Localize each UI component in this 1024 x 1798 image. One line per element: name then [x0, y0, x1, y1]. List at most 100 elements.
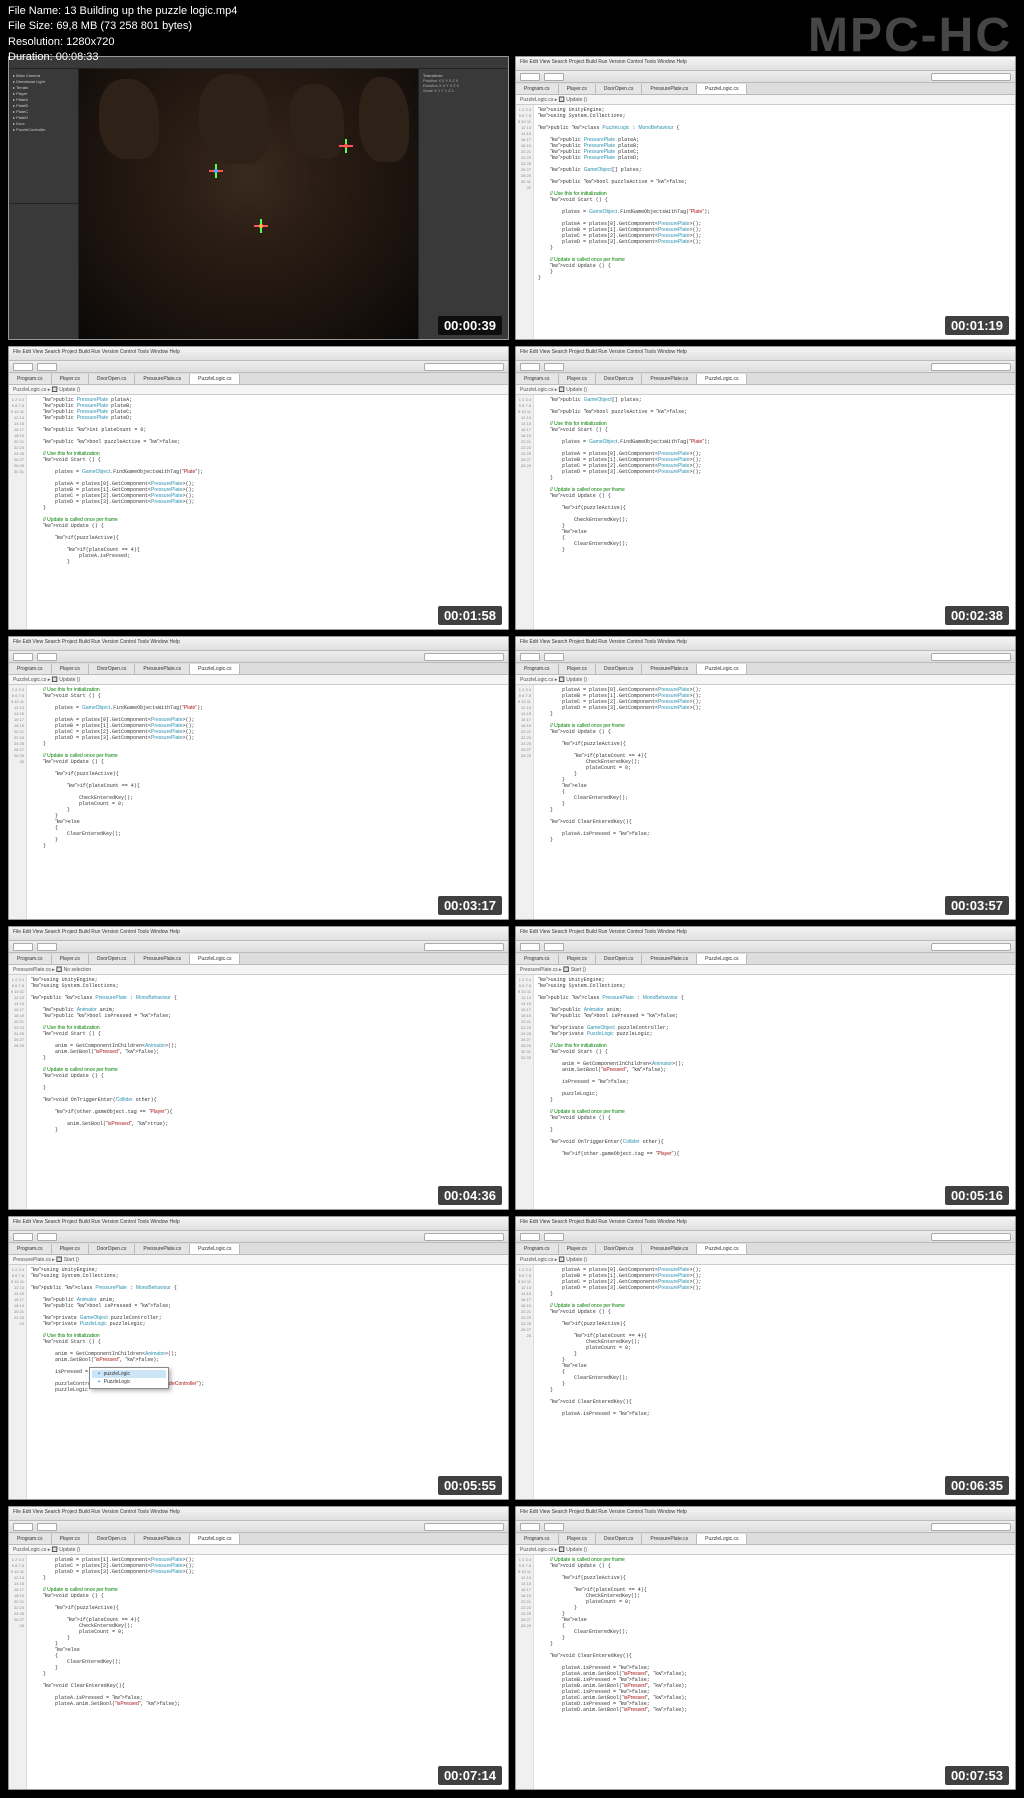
editor-tab[interactable]: PuzzleLogic.cs [190, 1534, 240, 1544]
editor-tab[interactable]: DoorOpen.cs [596, 374, 642, 384]
editor-tabs[interactable]: Program.csPlayer.csDoorOpen.csPressurePl… [9, 1533, 508, 1545]
ide-thumbnail[interactable]: File Edit View Search Project Build Run … [8, 1216, 509, 1500]
editor-tab[interactable]: Program.cs [516, 84, 559, 94]
config-dropdown[interactable] [544, 1233, 564, 1241]
ide-menubar[interactable]: File Edit View Search Project Build Run … [9, 637, 508, 651]
ide-toolbar[interactable] [516, 71, 1015, 83]
search-input[interactable] [424, 363, 504, 371]
ide-thumbnail[interactable]: File Edit View Search Project Build Run … [8, 926, 509, 1210]
ide-thumbnail[interactable]: File Edit View Search Project Build Run … [515, 346, 1016, 630]
code-editor[interactable]: "kw">using UnityEngine; "kw">using Syste… [534, 105, 1015, 339]
editor-tab[interactable]: Program.cs [9, 954, 52, 964]
play-button[interactable] [13, 943, 33, 951]
project-panel[interactable] [9, 204, 78, 339]
editor-tab[interactable]: PuzzleLogic.cs [697, 1244, 747, 1254]
editor-tab[interactable]: DoorOpen.cs [596, 84, 642, 94]
inspector-field[interactable]: Scale X 1 Y 1 Z 1 [423, 88, 504, 93]
editor-tab[interactable]: DoorOpen.cs [596, 664, 642, 674]
ide-thumbnail[interactable]: File Edit View Search Project Build Run … [515, 636, 1016, 920]
editor-tab[interactable]: PuzzleLogic.cs [697, 664, 747, 674]
config-dropdown[interactable] [544, 943, 564, 951]
ide-toolbar[interactable] [9, 941, 508, 953]
intellisense-popup[interactable]: 🔹 puzzleLogic🔹 PuzzleLogic [89, 1367, 169, 1389]
code-editor[interactable]: "kw">using UnityEngine; "kw">using Syste… [534, 975, 1015, 1209]
code-editor[interactable]: "kw">public GameObject[] plates; "kw">pu… [534, 395, 1015, 629]
search-input[interactable] [931, 1233, 1011, 1241]
editor-tab[interactable]: PressurePlate.cs [642, 1534, 697, 1544]
editor-tab[interactable]: Program.cs [516, 1244, 559, 1254]
search-input[interactable] [931, 363, 1011, 371]
breadcrumb[interactable]: PuzzleLogic.cs ▸ 🔲 Update () [516, 385, 1015, 395]
ide-menubar[interactable]: File Edit View Search Project Build Run … [9, 1217, 508, 1231]
ide-menubar[interactable]: File Edit View Search Project Build Run … [9, 1507, 508, 1521]
breadcrumb[interactable]: PuzzleLogic.cs ▸ 🔲 Update () [516, 95, 1015, 105]
transform-gizmo[interactable] [339, 139, 353, 153]
ide-menubar[interactable]: File Edit View Search Project Build Run … [516, 347, 1015, 361]
ide-toolbar[interactable] [9, 1521, 508, 1533]
breadcrumb[interactable]: PressurePlate.cs ▸ 🔲 Start () [9, 1255, 508, 1265]
breadcrumb[interactable]: PuzzleLogic.cs ▸ 🔲 Update () [9, 385, 508, 395]
editor-tab[interactable]: PressurePlate.cs [642, 664, 697, 674]
editor-tab[interactable]: Program.cs [9, 664, 52, 674]
ide-thumbnail[interactable]: File Edit View Search Project Build Run … [515, 1216, 1016, 1500]
editor-tab[interactable]: Program.cs [516, 664, 559, 674]
scene-view[interactable] [79, 69, 418, 339]
ide-toolbar[interactable] [516, 1521, 1015, 1533]
search-input[interactable] [424, 1523, 504, 1531]
ide-thumbnail[interactable]: File Edit View Search Project Build Run … [515, 926, 1016, 1210]
editor-tab[interactable]: Program.cs [516, 374, 559, 384]
editor-tab[interactable]: PressurePlate.cs [642, 1244, 697, 1254]
editor-tab[interactable]: PressurePlate.cs [642, 374, 697, 384]
editor-tab[interactable]: DoorOpen.cs [89, 664, 135, 674]
config-dropdown[interactable] [544, 73, 564, 81]
breadcrumb[interactable]: PuzzleLogic.cs ▸ 🔲 Update () [516, 675, 1015, 685]
editor-tabs[interactable]: Program.csPlayer.csDoorOpen.csPressurePl… [9, 663, 508, 675]
editor-tab[interactable]: PuzzleLogic.cs [697, 954, 747, 964]
config-dropdown[interactable] [37, 653, 57, 661]
editor-tab[interactable]: DoorOpen.cs [596, 1534, 642, 1544]
editor-tab[interactable]: PuzzleLogic.cs [697, 1534, 747, 1544]
search-input[interactable] [424, 1233, 504, 1241]
ide-thumbnail[interactable]: File Edit View Search Project Build Run … [8, 636, 509, 920]
play-button[interactable] [13, 1523, 33, 1531]
editor-tab[interactable]: Player.cs [559, 374, 596, 384]
editor-tab[interactable]: PressurePlate.cs [135, 374, 190, 384]
editor-tab[interactable]: DoorOpen.cs [89, 1244, 135, 1254]
config-dropdown[interactable] [544, 363, 564, 371]
play-button[interactable] [520, 943, 540, 951]
editor-tab[interactable]: PressurePlate.cs [135, 664, 190, 674]
config-dropdown[interactable] [37, 1233, 57, 1241]
editor-tab[interactable]: PressurePlate.cs [135, 1244, 190, 1254]
editor-tab[interactable]: Program.cs [9, 1534, 52, 1544]
breadcrumb[interactable]: PressurePlate.cs ▸ 🔲 Start () [516, 965, 1015, 975]
ide-menubar[interactable]: File Edit View Search Project Build Run … [9, 347, 508, 361]
code-editor[interactable]: // Update is called once per frame "kw">… [534, 1555, 1015, 1789]
search-input[interactable] [931, 653, 1011, 661]
ide-toolbar[interactable] [516, 361, 1015, 373]
code-editor[interactable]: plateA = plates[0].GetComponent<Pressure… [534, 685, 1015, 919]
ide-menubar[interactable]: File Edit View Search Project Build Run … [516, 637, 1015, 651]
ide-toolbar[interactable] [9, 651, 508, 663]
editor-tabs[interactable]: Program.csPlayer.csDoorOpen.csPressurePl… [516, 1243, 1015, 1255]
ide-menubar[interactable]: File Edit View Search Project Build Run … [516, 1507, 1015, 1521]
editor-tab[interactable]: Program.cs [516, 1534, 559, 1544]
code-editor[interactable]: plateB = plates[1].GetComponent<Pressure… [27, 1555, 508, 1789]
editor-tab[interactable]: Program.cs [9, 1244, 52, 1254]
play-button[interactable] [520, 1233, 540, 1241]
code-editor[interactable]: plateA = plates[0].GetComponent<Pressure… [534, 1265, 1015, 1499]
editor-tab[interactable]: PuzzleLogic.cs [697, 84, 747, 94]
ide-thumbnail[interactable]: File Edit View Search Project Build Run … [8, 1506, 509, 1790]
ide-menubar[interactable]: File Edit View Search Project Build Run … [9, 927, 508, 941]
editor-tabs[interactable]: Program.csPlayer.csDoorOpen.csPressurePl… [516, 373, 1015, 385]
search-input[interactable] [424, 653, 504, 661]
search-input[interactable] [931, 943, 1011, 951]
ide-thumbnail[interactable]: File Edit View Search Project Build Run … [515, 56, 1016, 340]
editor-tab[interactable]: Program.cs [9, 374, 52, 384]
editor-tabs[interactable]: Program.csPlayer.csDoorOpen.csPressurePl… [516, 663, 1015, 675]
editor-tabs[interactable]: Program.csPlayer.csDoorOpen.csPressurePl… [516, 83, 1015, 95]
ide-toolbar[interactable] [516, 1231, 1015, 1243]
breadcrumb[interactable]: PuzzleLogic.cs ▸ 🔲 Update () [9, 675, 508, 685]
editor-tabs[interactable]: Program.csPlayer.csDoorOpen.csPressurePl… [9, 373, 508, 385]
editor-tab[interactable]: DoorOpen.cs [596, 1244, 642, 1254]
editor-tabs[interactable]: Program.csPlayer.csDoorOpen.csPressurePl… [516, 1533, 1015, 1545]
